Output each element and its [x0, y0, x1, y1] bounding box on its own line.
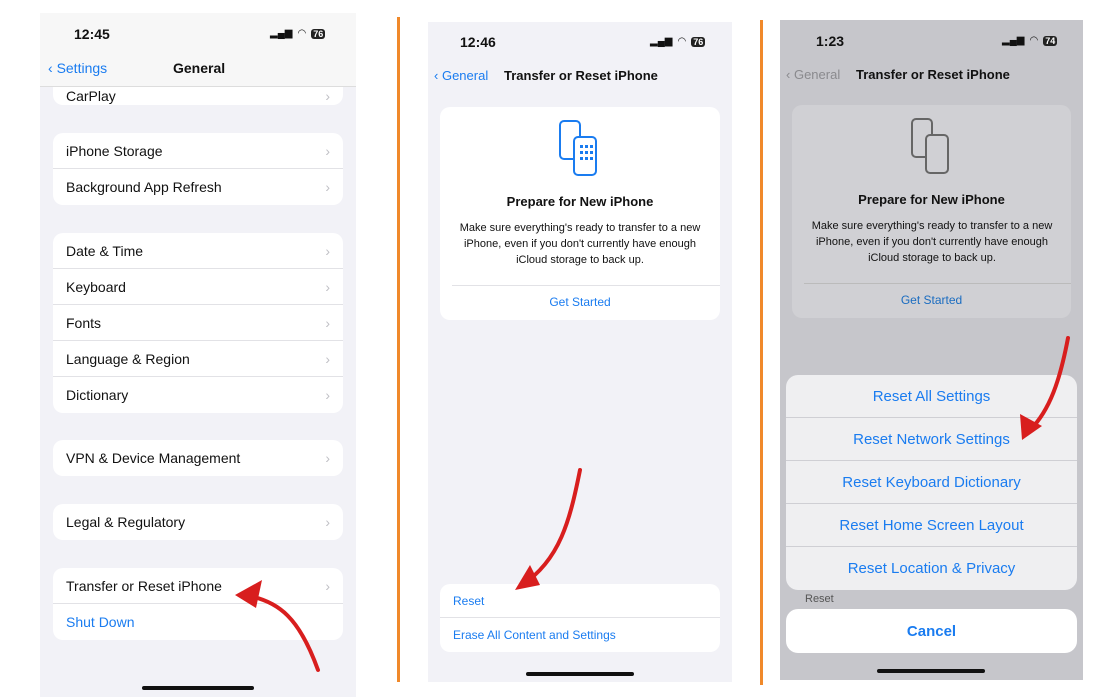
page-title: General — [173, 60, 226, 76]
annotation-arrows — [235, 336, 1070, 672]
arrowhead-icon — [235, 580, 262, 608]
wifi-icon: ◠ — [297, 28, 307, 39]
status-icons: ▂▄▆ ◠ 76 — [270, 28, 326, 39]
arrowhead-icon — [515, 565, 540, 590]
status-time: 12:45 — [74, 26, 110, 42]
signal-icon: ▂▄▆ — [270, 28, 293, 39]
back-button[interactable]: ‹ Settings — [48, 60, 107, 76]
arrow-network — [1028, 336, 1070, 432]
battery-icon: 76 — [311, 28, 326, 39]
back-label: Settings — [56, 60, 108, 76]
reset-item-behind: Reset — [805, 593, 834, 605]
